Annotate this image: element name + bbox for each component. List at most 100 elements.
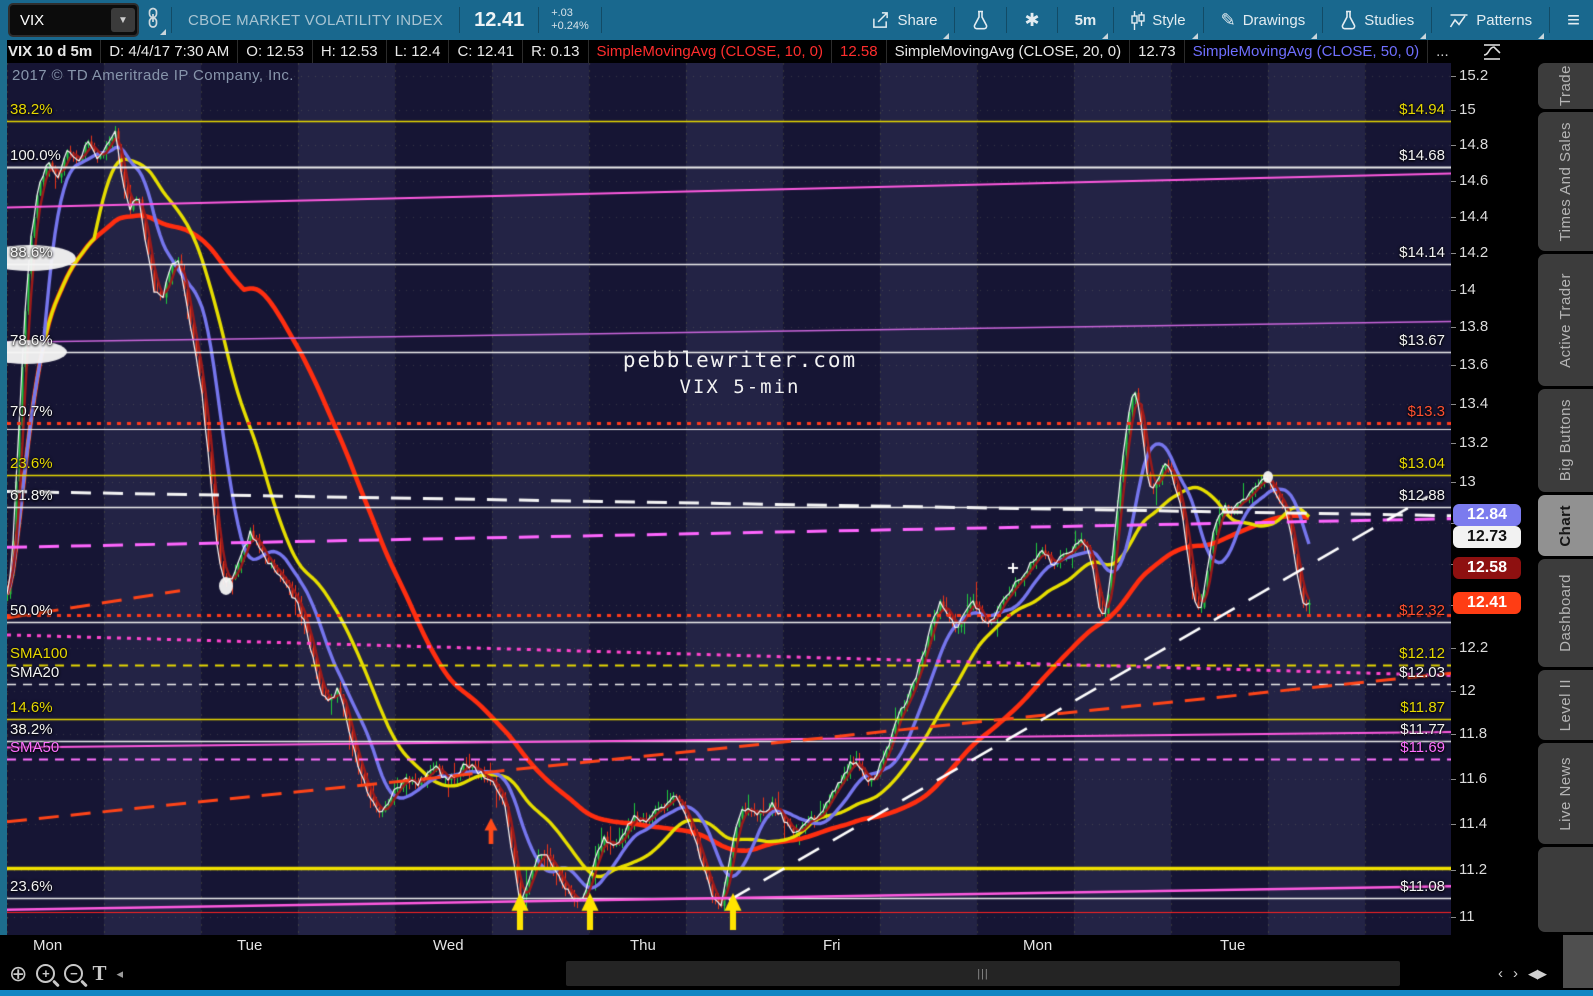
sidebar-tab-label: Chart bbox=[1557, 504, 1574, 547]
style-button[interactable]: Style bbox=[1118, 0, 1198, 40]
scroll-right-arrow[interactable]: › bbox=[1513, 965, 1518, 982]
dropdown-corner bbox=[1311, 33, 1318, 39]
divider bbox=[1056, 7, 1058, 33]
study-sma10-value: 12.58 bbox=[832, 40, 887, 63]
time-axis[interactable]: Mon Tue Wed Thu Fri Mon Tue bbox=[0, 935, 1451, 957]
sidebar-tab-active-trader[interactable]: Active Trader bbox=[1538, 254, 1593, 386]
price-change: +.03 +0.24% bbox=[543, 7, 597, 33]
studies-button[interactable]: Studies bbox=[1327, 0, 1427, 40]
symbol-value: VIX bbox=[20, 11, 45, 29]
scrollbar-grip: ||| bbox=[977, 967, 989, 980]
study-sma10-label[interactable]: SimpleMovingAvg (CLOSE, 10, 0) bbox=[589, 40, 833, 63]
time-axis-label: Thu bbox=[630, 937, 656, 954]
bar-low: L: 12.4 bbox=[387, 40, 450, 63]
time-axis-label: Fri bbox=[823, 937, 841, 954]
chain-link-icon bbox=[148, 7, 158, 28]
analyze-button[interactable] bbox=[959, 0, 1002, 40]
horizontal-scrollbar[interactable]: ||| bbox=[566, 961, 1400, 986]
pan-tool[interactable]: ⊕ bbox=[9, 960, 28, 986]
sidebar-tab-label: Live News bbox=[1557, 756, 1574, 831]
flask-icon bbox=[1341, 10, 1356, 30]
dropdown-corner bbox=[1191, 33, 1198, 39]
top-toolbar: VIX ▼ CBOE MARKET VOLATILITY INDEX 12.41… bbox=[0, 0, 1593, 40]
thinkorswim-chart-window: VIX ▼ CBOE MARKET VOLATILITY INDEX 12.41… bbox=[0, 0, 1593, 996]
sidebar-tab-live-news[interactable]: Live News bbox=[1538, 743, 1593, 844]
chart-left-border bbox=[0, 40, 7, 990]
share-icon bbox=[873, 12, 889, 28]
study-sma50-label[interactable]: SimpleMovingAvg (CLOSE, 50, 0) bbox=[1185, 40, 1429, 63]
change-percent: +0.24% bbox=[551, 20, 589, 32]
link-symbol-button[interactable] bbox=[139, 5, 167, 36]
divider bbox=[1006, 7, 1008, 33]
divider bbox=[1322, 7, 1324, 33]
change-value: +.03 bbox=[551, 7, 573, 19]
bar-high: H: 12.53 bbox=[313, 40, 387, 63]
dropdown-corner bbox=[1538, 33, 1545, 39]
patterns-label: Patterns bbox=[1476, 11, 1533, 29]
dropdown-corner bbox=[1420, 33, 1427, 39]
style-label: Style bbox=[1152, 11, 1186, 29]
chart-canvas[interactable] bbox=[7, 63, 1451, 935]
scrollbar-corner[interactable] bbox=[1563, 935, 1593, 988]
share-button[interactable]: Share bbox=[858, 0, 950, 40]
pan-icon: ⊕ bbox=[9, 960, 28, 986]
flask-icon bbox=[974, 10, 988, 30]
menu-button[interactable]: ≡ bbox=[1554, 0, 1593, 40]
chart-status-bar: VIX 10 d 5m D: 4/4/17 7:30 AM O: 12.53 H… bbox=[0, 40, 1451, 63]
sidebar-tab-label: Trade bbox=[1557, 65, 1574, 107]
chart-mode-icon[interactable] bbox=[1481, 40, 1503, 67]
timeframe-button[interactable]: 5m bbox=[1062, 0, 1110, 40]
time-axis-label: Mon bbox=[33, 937, 63, 954]
timeframe-label: 5m bbox=[1074, 11, 1097, 29]
dropdown-corner bbox=[160, 28, 166, 35]
study-sma20-value: 12.73 bbox=[1130, 40, 1185, 63]
text-note-tool[interactable]: T bbox=[92, 961, 106, 986]
sidebar-tab-level-ii[interactable]: Level II bbox=[1538, 670, 1593, 740]
sidebar-tab-label: Times And Sales bbox=[1557, 121, 1574, 242]
divider bbox=[171, 7, 172, 33]
drawings-button[interactable]: ✎ Drawings bbox=[1208, 0, 1319, 40]
divider bbox=[459, 7, 461, 33]
symbol-dropdown[interactable]: VIX ▼ bbox=[8, 3, 139, 37]
divider bbox=[1431, 7, 1433, 33]
zoom-in-button[interactable]: + bbox=[36, 964, 56, 983]
bar-range: R: 0.13 bbox=[523, 40, 589, 63]
divider bbox=[1113, 7, 1115, 33]
scroll-left-arrow[interactable]: ‹ bbox=[1498, 965, 1503, 982]
sidebar-tab-big-buttons[interactable]: Big Buttons bbox=[1538, 389, 1593, 492]
dropdown-corner bbox=[943, 33, 950, 39]
collapse-toolbar-arrow[interactable]: ◂ bbox=[116, 966, 123, 982]
gear-icon: ✱ bbox=[1024, 10, 1040, 30]
symbol-period: VIX 10 d 5m bbox=[0, 40, 102, 63]
pencil-icon: ✎ bbox=[1220, 10, 1236, 30]
scroll-ends-icon[interactable]: ◀▶ bbox=[1528, 966, 1547, 982]
sidebar-tab-dashboard[interactable]: Dashboard bbox=[1538, 559, 1593, 667]
patterns-button[interactable]: Patterns bbox=[1436, 0, 1545, 40]
time-axis-label: Tue bbox=[237, 937, 263, 954]
chevron-down-icon[interactable]: ▼ bbox=[111, 8, 135, 32]
zoom-out-button[interactable]: − bbox=[64, 964, 84, 983]
share-label: Share bbox=[897, 11, 938, 29]
sidebar-tab-chart[interactable]: Chart bbox=[1538, 495, 1593, 556]
hamburger-menu-icon: ≡ bbox=[1567, 7, 1580, 32]
dropdown-corner bbox=[1102, 33, 1109, 39]
last-price: 12.41 bbox=[474, 8, 525, 31]
text-tool-icon: T bbox=[92, 961, 107, 985]
divider bbox=[538, 7, 540, 33]
divider bbox=[954, 7, 956, 33]
sidebar-tab-label: Dashboard bbox=[1557, 574, 1574, 652]
sidebar-tab-trade[interactable]: Trade bbox=[1538, 63, 1593, 109]
zoom-out-icon: − bbox=[64, 964, 84, 983]
time-axis-label: Tue bbox=[1220, 937, 1246, 954]
bar-open: O: 12.53 bbox=[238, 40, 313, 63]
studies-label: Studies bbox=[1364, 11, 1415, 29]
sidebar-tab-label: Big Buttons bbox=[1557, 399, 1574, 482]
sidebar-tab-blank[interactable] bbox=[1538, 847, 1593, 932]
study-sma20-label[interactable]: SimpleMovingAvg (CLOSE, 20, 0) bbox=[887, 40, 1131, 63]
divider bbox=[1202, 7, 1204, 33]
bar-close: C: 12.41 bbox=[449, 40, 524, 63]
price-axis[interactable] bbox=[1451, 40, 1532, 996]
settings-button[interactable]: ✱ bbox=[1011, 0, 1052, 40]
sidebar-tab-times-and-sales[interactable]: Times And Sales bbox=[1538, 112, 1593, 251]
window-bottom-edge bbox=[0, 990, 1593, 996]
